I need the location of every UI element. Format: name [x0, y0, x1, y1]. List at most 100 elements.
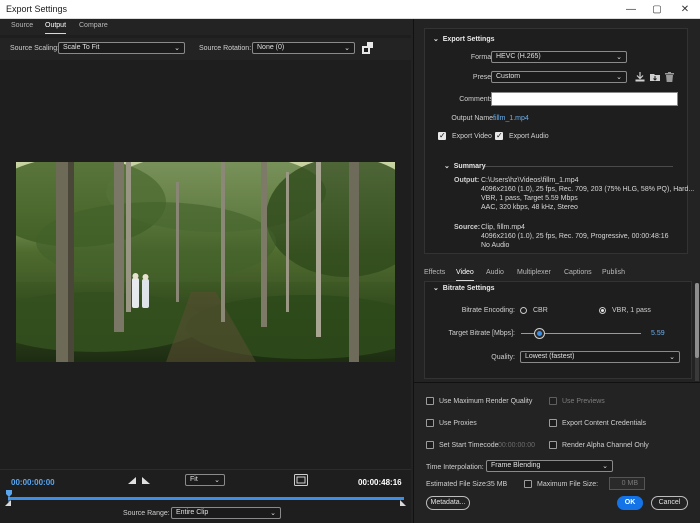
window-title: Export Settings — [6, 4, 68, 14]
summary-output-label: Output: — [454, 177, 480, 184]
tab-publish[interactable]: Publish — [602, 269, 625, 276]
export-settings-panel: ⌄ Export Settings Format: HEVC (H.265) ⌄… — [424, 28, 694, 254]
tab-captions[interactable]: Captions — [564, 269, 592, 276]
export-video-label: Export Video — [452, 133, 492, 140]
save-preset-icon[interactable] — [635, 72, 645, 82]
chevron-down-icon: ⌄ — [616, 74, 622, 81]
content-credentials-checkbox[interactable] — [549, 419, 557, 427]
source-settings-bar: Source Scaling: Scale To Fit ⌄ Source Ro… — [0, 38, 411, 60]
tab-multiplexer[interactable]: Multiplexer — [517, 269, 551, 276]
target-bitrate-knob-center — [536, 331, 542, 336]
source-rotation-dropdown[interactable]: None (0) ⌄ — [252, 42, 355, 54]
view-tabs: Source Output Compare — [0, 19, 411, 35]
use-previews-checkbox[interactable] — [549, 397, 557, 405]
target-bitrate-knob[interactable] — [533, 328, 545, 339]
output-name-link[interactable]: fillm_1.mp4 — [493, 115, 529, 122]
tab-source[interactable]: Source — [11, 22, 33, 29]
maximize-icon[interactable]: ▢ — [644, 0, 670, 19]
export-settings-header-text: Export Settings — [442, 36, 495, 43]
preset-value: Custom — [496, 73, 521, 80]
zoom-dropdown[interactable]: Fit ⌄ — [185, 474, 225, 486]
summary-output-line: AAC, 320 kbps, 48 kHz, Stereo — [481, 204, 578, 211]
chevron-down-icon: ⌄ — [270, 510, 276, 517]
comments-value — [492, 93, 495, 100]
start-timecode-checkbox[interactable] — [426, 441, 434, 449]
quality-dropdown[interactable]: Lowest (fastest) ⌄ — [520, 351, 680, 363]
safe-margins-icon[interactable] — [294, 474, 308, 486]
start-timecode-label: Set Start Timecode — [439, 442, 499, 449]
time-interpolation-value: Frame Blending — [491, 462, 541, 469]
format-dropdown[interactable]: HEVC (H.265) ⌄ — [491, 51, 627, 63]
quality-label: Quality: — [491, 354, 515, 361]
chevron-down-icon: ⌄ — [174, 45, 180, 52]
import-preset-icon[interactable] — [650, 72, 661, 82]
cbr-radio[interactable] — [520, 307, 527, 314]
estimated-size-label: Estimated File Size: — [426, 481, 488, 488]
minimize-icon[interactable]: — — [618, 0, 644, 19]
source-scaling-label: Source Scaling: — [10, 45, 60, 52]
output-name-label: Output Name: — [451, 115, 495, 122]
vbr-label: VBR, 1 pass — [612, 307, 651, 314]
source-scaling-value: Scale To Fit — [63, 44, 100, 51]
tab-video[interactable]: Video — [456, 269, 474, 281]
summary-output-line: 4096x2160 (1.0), 25 fps, Rec. 709, 203 (… — [481, 186, 695, 193]
close-icon[interactable]: ✕ — [672, 0, 698, 19]
preset-dropdown[interactable]: Custom ⌄ — [491, 71, 627, 83]
title-bar: Export Settings — ▢ ✕ — [0, 0, 700, 19]
summary-header[interactable]: ⌄ Summary — [444, 162, 486, 170]
mark-in-icon[interactable] — [128, 477, 136, 484]
export-audio-checkbox[interactable] — [495, 131, 503, 140]
export-settings-header[interactable]: ⌄ Export Settings — [433, 35, 495, 43]
max-file-size-input[interactable]: 0 MB — [609, 477, 645, 490]
settings-pane: ⌄ Export Settings Format: HEVC (H.265) ⌄… — [413, 19, 700, 523]
render-alpha-label: Render Alpha Channel Only — [562, 442, 649, 449]
settings-scrollbar-thumb[interactable] — [695, 283, 699, 358]
preview-pane: Source Output Compare Source Scaling: Sc… — [0, 19, 411, 523]
cbr-label: CBR — [533, 307, 548, 314]
time-interpolation-dropdown[interactable]: Frame Blending ⌄ — [486, 460, 613, 472]
summary-source-line: Clip, fillm.mp4 — [481, 224, 525, 231]
current-timecode[interactable]: 00:00:00:00 — [11, 478, 55, 487]
export-video-checkbox[interactable] — [438, 131, 446, 140]
render-alpha-checkbox[interactable] — [549, 441, 557, 449]
video-preview — [16, 162, 395, 362]
start-timecode-value[interactable]: 00:00:00:00 — [498, 442, 535, 449]
comments-input[interactable] — [491, 92, 678, 106]
vbr-radio[interactable] — [599, 307, 606, 314]
max-render-quality-checkbox[interactable] — [426, 397, 434, 405]
aspect-ratio-icon[interactable] — [362, 42, 373, 54]
mark-out-icon[interactable] — [142, 477, 150, 484]
transport-bar: 00:00:00:00 Fit ⌄ 00:00:48:16 Source Ran… — [0, 469, 411, 523]
forest-frame-image — [16, 162, 395, 362]
timeline-track[interactable] — [8, 497, 404, 500]
chevron-down-icon: ⌄ — [616, 54, 622, 61]
settings-tabs: Effects Video Audio Multiplexer Captions… — [414, 266, 700, 282]
use-proxies-checkbox[interactable] — [426, 419, 434, 427]
source-scaling-dropdown[interactable]: Scale To Fit ⌄ — [58, 42, 185, 54]
metadata-button[interactable]: Metadata... — [426, 496, 470, 510]
tab-effects[interactable]: Effects — [424, 269, 445, 276]
end-timecode: 00:00:48:16 — [358, 478, 402, 487]
estimated-size-value: 35 MB — [487, 481, 508, 488]
cancel-button[interactable]: Cancel — [651, 496, 688, 510]
tab-output[interactable]: Output — [45, 22, 67, 34]
delete-preset-icon[interactable] — [665, 72, 674, 82]
max-file-size-checkbox[interactable] — [524, 480, 532, 488]
target-bitrate-value[interactable]: 5.59 — [651, 330, 665, 337]
tab-audio[interactable]: Audio — [486, 269, 504, 276]
settings-scrollbar[interactable] — [695, 283, 699, 381]
max-render-quality-label: Use Maximum Render Quality — [439, 398, 533, 405]
time-interpolation-label: Time Interpolation: — [426, 464, 484, 471]
target-bitrate-label: Target Bitrate [Mbps]: — [448, 330, 515, 337]
ok-button[interactable]: OK — [617, 496, 643, 510]
bitrate-header[interactable]: ⌄ Bitrate Settings — [433, 284, 495, 292]
in-point-handle[interactable] — [5, 500, 11, 506]
use-previews-label: Use Previews — [562, 398, 605, 405]
chevron-down-icon: ⌄ — [669, 354, 675, 361]
content-credentials-label: Export Content Credentials — [562, 420, 647, 427]
source-range-dropdown[interactable]: Entire Clip ⌄ — [171, 507, 281, 519]
use-proxies-label: Use Proxies — [439, 420, 477, 427]
out-point-handle[interactable] — [400, 500, 406, 506]
comments-label: Comments: — [459, 96, 495, 103]
tab-compare[interactable]: Compare — [79, 22, 108, 29]
